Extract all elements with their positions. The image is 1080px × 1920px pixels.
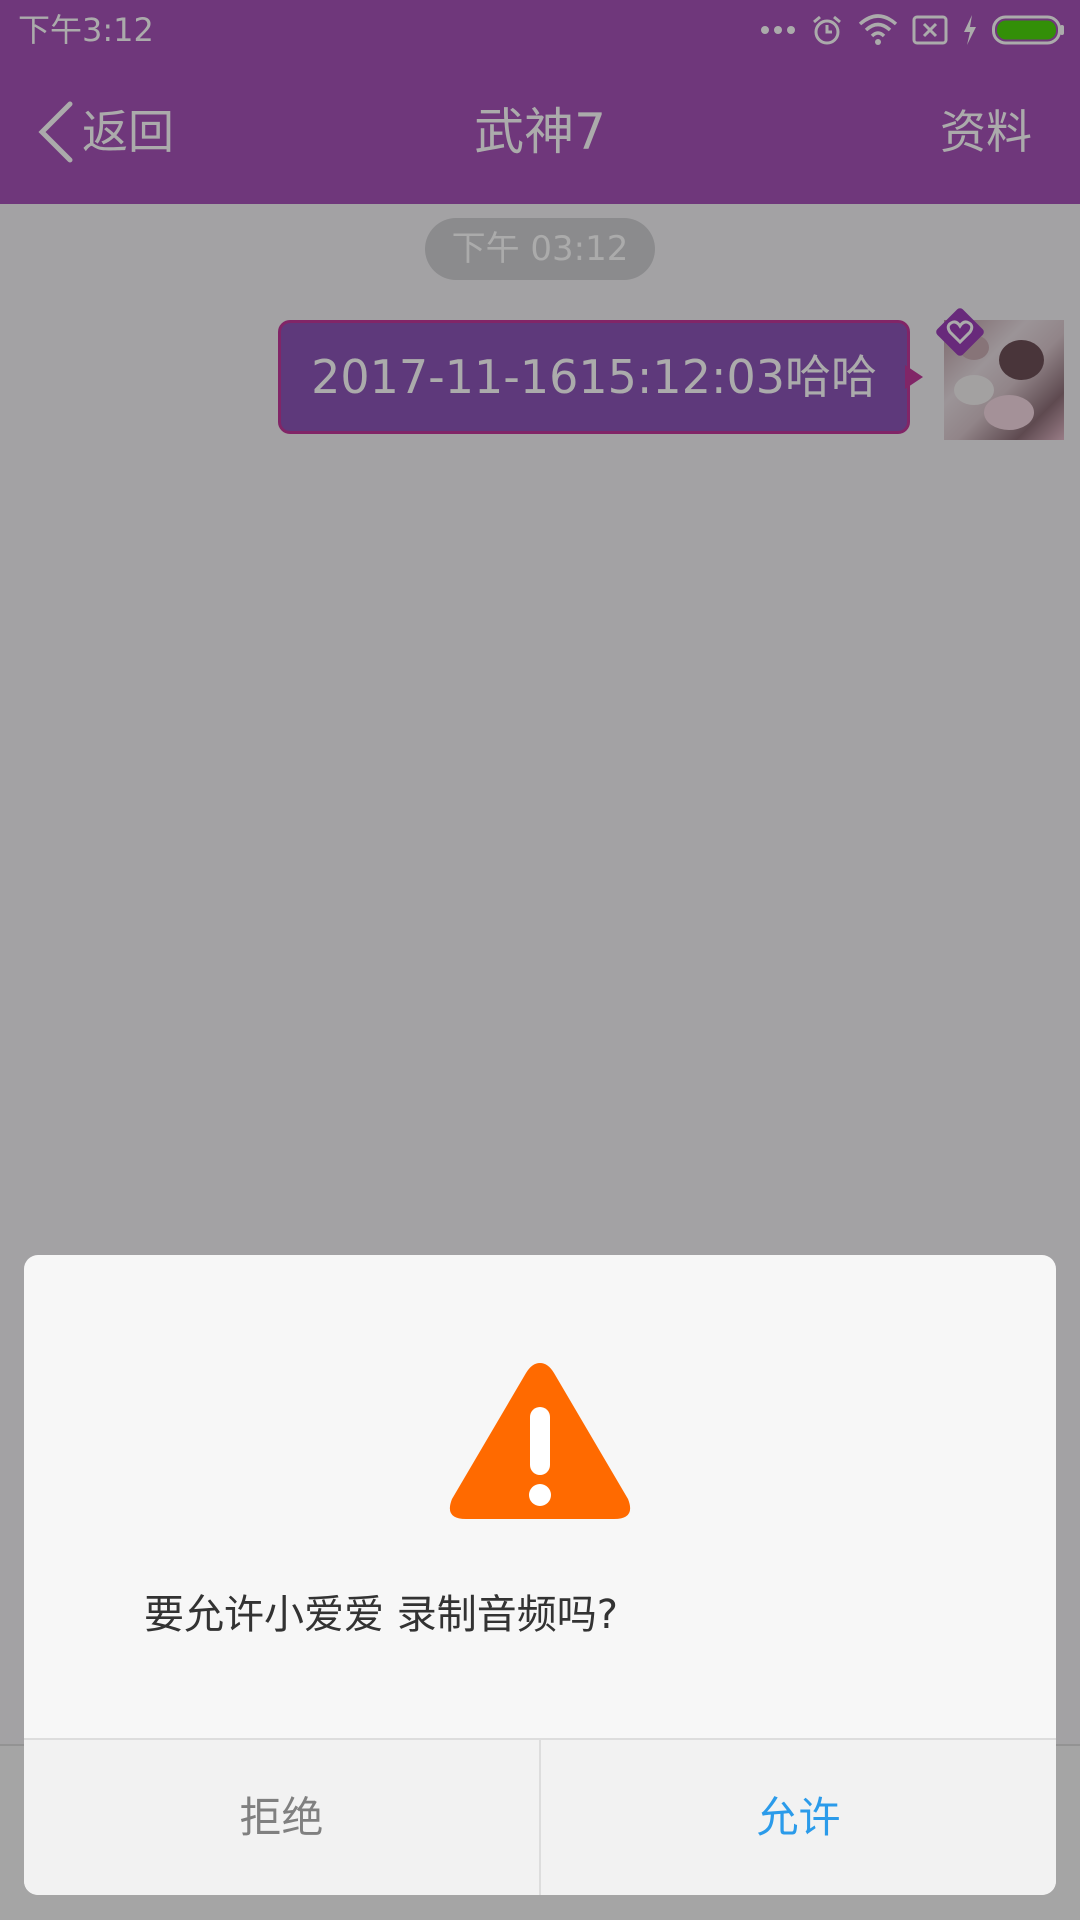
dialog-message: 要允许小爱爱 录制音频吗? <box>144 1592 618 1638</box>
screen: 下午3:12 返回 武神7 资料 下午 03:12 2017-11-1615:1… <box>0 0 1080 1920</box>
allow-button[interactable]: 允许 <box>541 1740 1056 1895</box>
permission-dialog: 要允许小爱爱 录制音频吗? 拒绝 允许 <box>24 1255 1056 1895</box>
warning-icon <box>449 1363 631 1519</box>
dialog-buttons: 拒绝 允许 <box>24 1738 1056 1895</box>
deny-button[interactable]: 拒绝 <box>24 1740 541 1895</box>
